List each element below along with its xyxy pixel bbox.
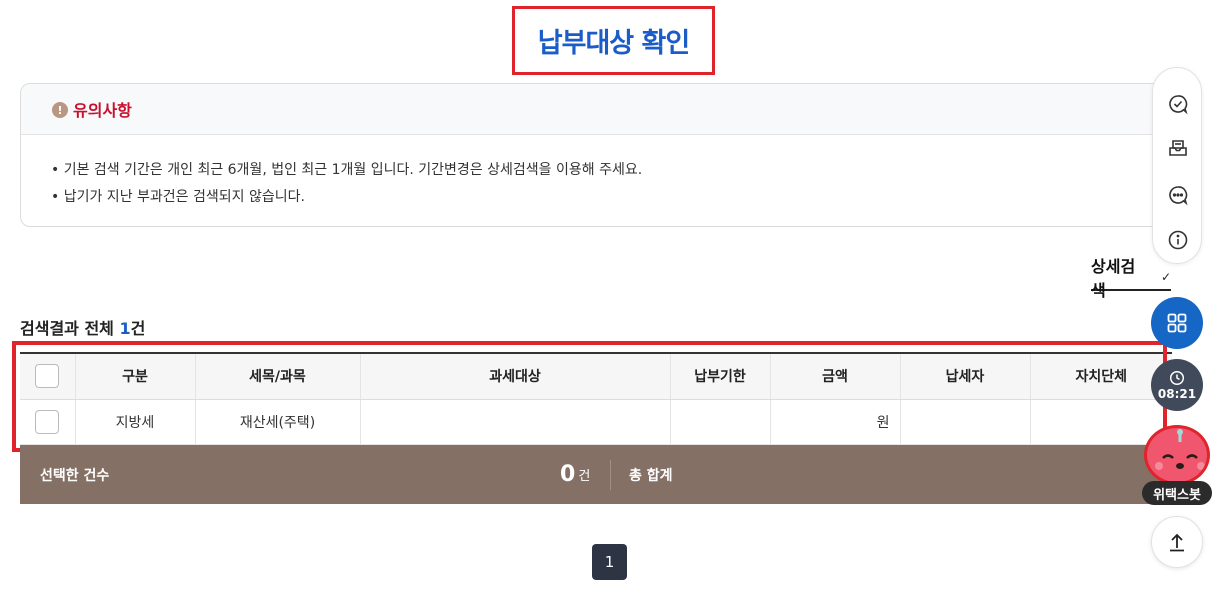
session-timer-text: 08:21 <box>1157 386 1197 401</box>
result-count-unit: 건 <box>130 319 146 338</box>
notice-panel: ! 유의사항 기본 검색 기간은 개인 최근 6개월, 법인 최근 1개월 입니… <box>20 83 1172 227</box>
summary-divider <box>610 460 611 490</box>
chatbot-button[interactable]: 위택스봇 <box>1142 425 1212 505</box>
info-icon[interactable] <box>1166 228 1190 252</box>
all-menu-button[interactable] <box>1151 297 1203 349</box>
selected-count-label: 선택한 건수 <box>40 467 110 484</box>
selected-count-value: 0 건 <box>560 445 590 504</box>
chat-check-icon[interactable] <box>1166 92 1190 116</box>
page-title: 납부대상 확인 <box>537 28 690 59</box>
summary-bar: 선택한 건수 0 건 총 합계 <box>20 445 1172 504</box>
page-button-current[interactable]: 1 <box>592 544 627 580</box>
table-highlight-box <box>12 341 1167 452</box>
selected-count-unit: 건 <box>578 469 591 484</box>
notice-line: 납기가 지난 부과건은 검색되지 않습니다. <box>51 184 1171 211</box>
arrow-up-icon <box>1170 533 1184 552</box>
grid-icon <box>1167 313 1187 333</box>
notice-line: 기본 검색 기간은 개인 최근 6개월, 법인 최근 1개월 입니다. 기간변경… <box>51 157 1171 184</box>
result-count: 검색결과 전체 1건 <box>20 315 145 339</box>
exclamation-icon: ! <box>52 102 68 118</box>
selected-count-number: 0 <box>560 462 576 487</box>
advanced-search-toggle[interactable]: 상세검색 ✓ <box>1091 257 1171 300</box>
notice-body: 기본 검색 기간은 개인 최근 6개월, 법인 최근 1개월 입니다. 기간변경… <box>21 135 1171 211</box>
scroll-top-button[interactable] <box>1151 516 1203 568</box>
chatbot-avatar-icon <box>1144 425 1210 485</box>
inbox-tray-icon[interactable] <box>1166 136 1190 160</box>
quick-menu-panel <box>1152 67 1202 264</box>
result-count-number: 1 <box>119 319 131 338</box>
clock-icon <box>1169 370 1185 385</box>
total-sum-label: 총 합계 <box>629 467 673 484</box>
advanced-search-label: 상세검색 <box>1091 257 1136 300</box>
chevron-down-icon: ✓ <box>1160 270 1171 284</box>
session-timer-button[interactable]: 08:21 <box>1151 359 1203 411</box>
notice-title: 유의사항 <box>73 101 132 120</box>
chat-bubble-icon[interactable] <box>1166 183 1190 207</box>
notice-header: ! 유의사항 <box>21 84 1171 135</box>
chatbot-label: 위택스봇 <box>1142 481 1212 505</box>
result-count-prefix: 검색결과 전체 <box>20 319 114 338</box>
